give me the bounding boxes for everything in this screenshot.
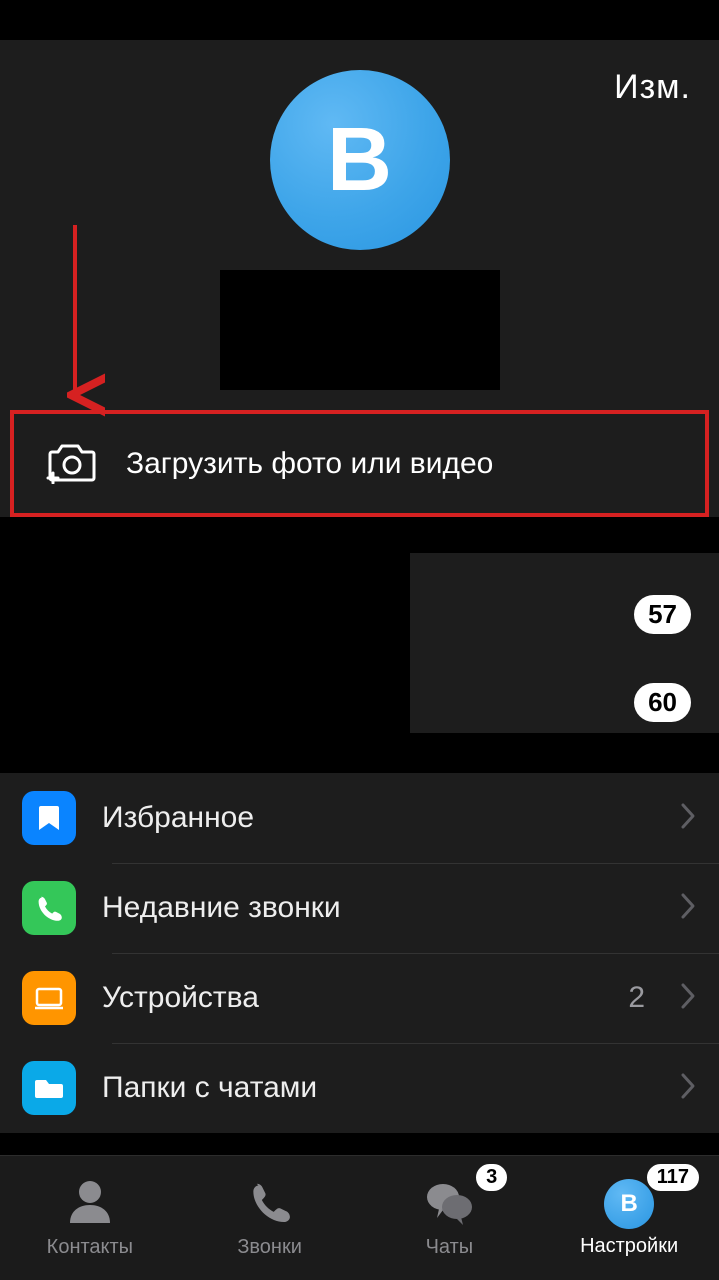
tab-label: Звонки — [237, 1236, 302, 1259]
avatar-letter: В — [327, 109, 392, 212]
tab-settings[interactable]: В 117 Настройки — [539, 1156, 719, 1280]
profile-avatar[interactable]: В — [270, 70, 450, 250]
chevron-right-icon — [679, 1071, 697, 1106]
tab-label: Контакты — [47, 1236, 133, 1259]
tab-chats[interactable]: 3 Чаты — [360, 1156, 540, 1280]
phone-icon — [22, 881, 76, 935]
chevron-right-icon — [679, 891, 697, 926]
menu-value: 2 — [628, 981, 645, 1015]
chevron-right-icon — [679, 801, 697, 836]
account-info-redacted — [0, 553, 410, 733]
tab-label: Чаты — [426, 1236, 474, 1259]
folder-icon — [22, 1061, 76, 1115]
edit-button[interactable]: Изм. — [614, 68, 691, 107]
info-badge-1: 57 — [634, 595, 691, 634]
devices-icon — [22, 971, 76, 1025]
settings-badge: 117 — [645, 1162, 701, 1193]
contacts-icon — [64, 1177, 116, 1230]
menu-label: Папки с чатами — [102, 1071, 653, 1105]
tab-contacts[interactable]: Контакты — [0, 1156, 180, 1280]
chats-badge: 3 — [474, 1162, 509, 1193]
chevron-right-icon — [679, 981, 697, 1016]
menu-favorites[interactable]: Избранное — [0, 773, 719, 863]
menu-chat-folders[interactable]: Папки с чатами — [0, 1043, 719, 1133]
upload-photo-label: Загрузить фото или видео — [126, 447, 493, 481]
menu-recent-calls[interactable]: Недавние звонки — [0, 863, 719, 953]
tab-bar: Контакты Звонки 3 Чаты В 117 Настройки — [0, 1155, 719, 1280]
info-badge-2: 60 — [634, 683, 691, 722]
camera-plus-icon — [44, 438, 96, 489]
menu-label: Недавние звонки — [102, 891, 653, 925]
upload-photo-button[interactable]: Загрузить фото или видео — [10, 410, 709, 517]
settings-profile-header: Изм. В Загрузить фото или видео — [0, 40, 719, 517]
profile-name-redacted — [220, 270, 500, 390]
bookmark-icon — [22, 791, 76, 845]
phone-icon — [244, 1177, 296, 1230]
menu-devices[interactable]: Устройства 2 — [0, 953, 719, 1043]
account-info-section: 57 60 — [0, 553, 719, 733]
menu-label: Избранное — [102, 801, 653, 835]
tab-calls[interactable]: Звонки — [180, 1156, 360, 1280]
chat-bubbles-icon — [423, 1177, 475, 1230]
tab-label: Настройки — [580, 1235, 678, 1258]
menu-label: Устройства — [102, 981, 602, 1015]
settings-menu-section: Избранное Недавние звонки Устройства 2 — [0, 773, 719, 1133]
